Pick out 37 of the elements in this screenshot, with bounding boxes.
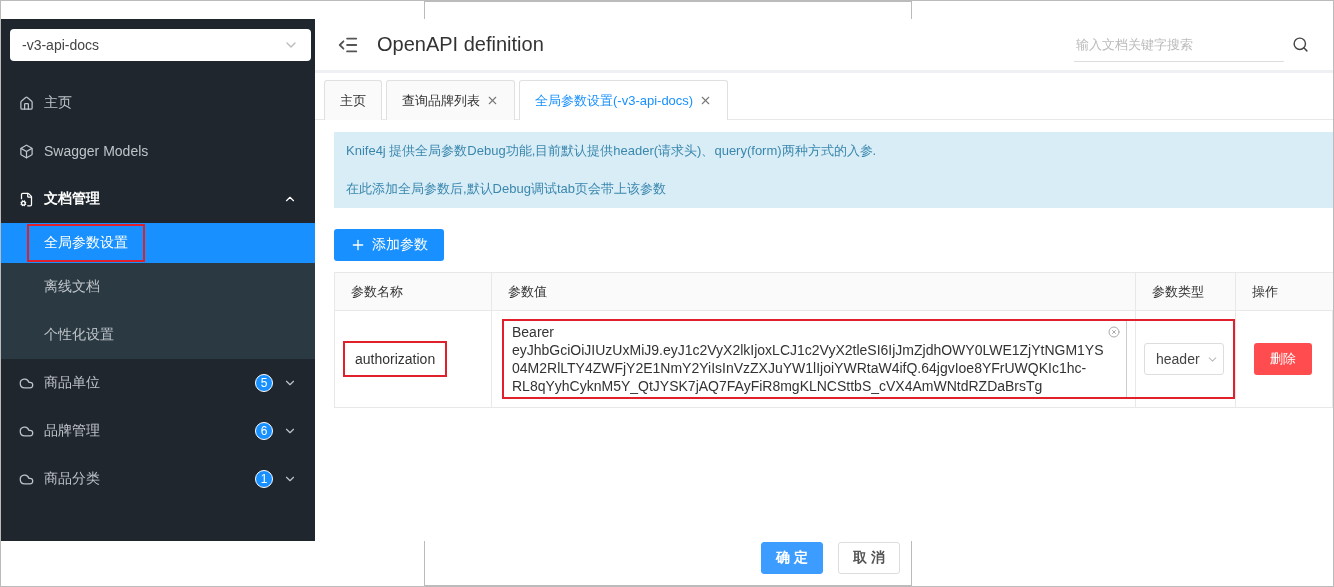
home-icon bbox=[19, 95, 34, 111]
count-badge: 1 bbox=[255, 470, 273, 488]
highlighted-label: 全局参数设置 bbox=[27, 224, 145, 262]
sidebar-item[interactable]: 商品分类 1 bbox=[1, 455, 315, 503]
search-icon[interactable] bbox=[1292, 36, 1309, 53]
clear-icon[interactable] bbox=[1108, 326, 1120, 338]
table-cell: authorization bbox=[343, 341, 448, 377]
type-select[interactable]: header bbox=[1144, 343, 1224, 375]
count-badge: 6 bbox=[255, 422, 273, 440]
cloud-icon bbox=[19, 423, 34, 439]
sidebar-subitem[interactable]: 个性化设置 bbox=[1, 311, 315, 359]
column-header: 操作 bbox=[1236, 273, 1333, 311]
sidebar-item[interactable]: 文档管理 bbox=[1, 175, 315, 223]
column-header: 参数名称 bbox=[335, 273, 492, 311]
plus-icon bbox=[350, 237, 366, 253]
column-header: 参数值 bbox=[492, 273, 1136, 311]
cube-icon bbox=[19, 143, 34, 159]
sidebar-item[interactable]: 品牌管理 6 bbox=[1, 407, 315, 455]
sidebar-subitem[interactable]: 离线文档 bbox=[1, 263, 315, 311]
notice-text: 在此添加全局参数后,默认Debug调试tab页会带上该参数 bbox=[346, 180, 667, 198]
column-header: 参数类型 bbox=[1136, 273, 1236, 311]
sidebar-item[interactable]: 主页 bbox=[1, 79, 315, 127]
subitem-label: 个性化设置 bbox=[43, 325, 115, 344]
cloud-icon bbox=[19, 375, 34, 391]
document-settings-icon bbox=[19, 191, 34, 207]
sidebar-item[interactable]: 商品单位 5 bbox=[1, 359, 315, 407]
project-select[interactable]: -v3-api-docs bbox=[10, 29, 311, 61]
tab[interactable]: 主页 bbox=[324, 80, 382, 120]
subitem-label: 离线文档 bbox=[43, 277, 101, 296]
notice-text: Knife4j 提供全局参数Debug功能,目前默认提供header(请求头)、query(form)两种方式的入参. bbox=[346, 142, 878, 160]
sidebar-item[interactable]: Swagger Models bbox=[1, 127, 315, 175]
close-icon[interactable] bbox=[486, 94, 499, 107]
cloud-icon bbox=[19, 471, 34, 487]
cancel-button[interactable]: 取 消 bbox=[838, 542, 900, 574]
count-badge: 5 bbox=[255, 374, 273, 392]
page-title: OpenAPI definition bbox=[377, 33, 545, 56]
tab[interactable]: 查询品牌列表 bbox=[386, 80, 515, 120]
